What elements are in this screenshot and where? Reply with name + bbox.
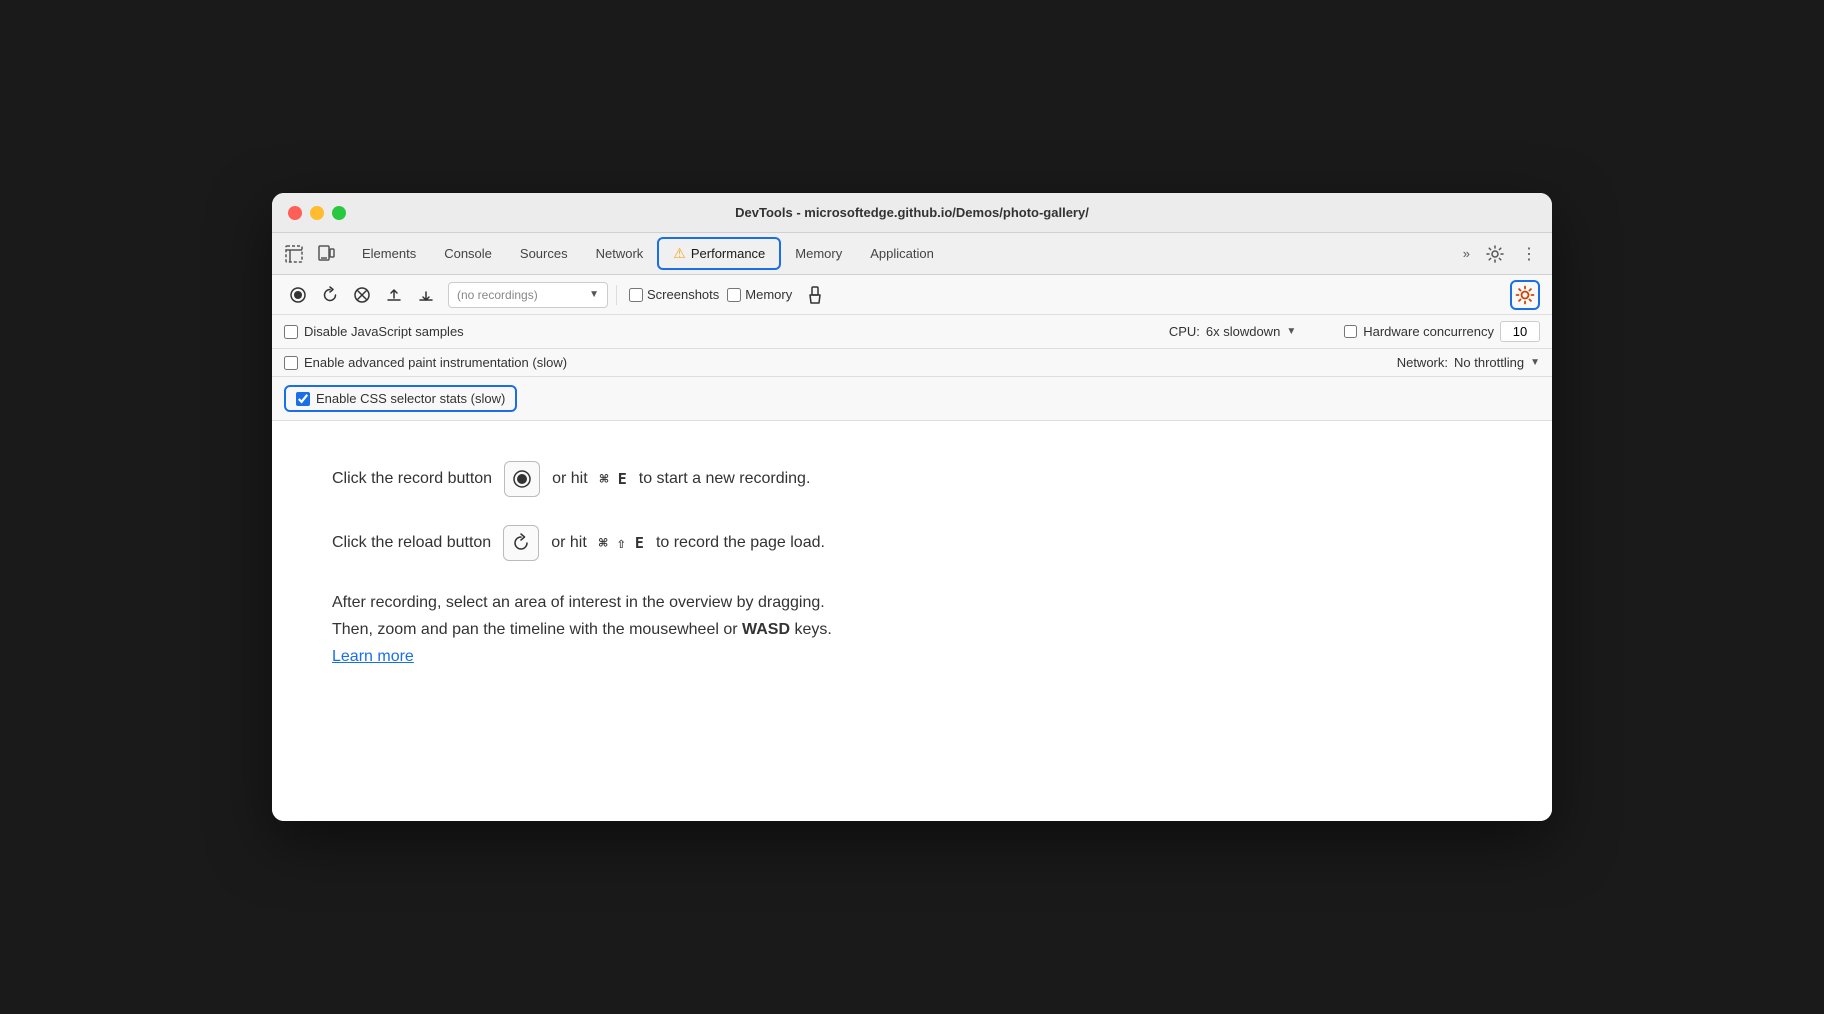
enable-paint-item[interactable]: Enable advanced paint instrumentation (s… — [284, 355, 567, 370]
tab-memory[interactable]: Memory — [781, 240, 856, 267]
maximize-button[interactable] — [332, 206, 346, 220]
inspector-icon-btn[interactable] — [280, 240, 308, 268]
devtools-window: DevTools - microsoftedge.github.io/Demos… — [272, 193, 1552, 821]
close-button[interactable] — [288, 206, 302, 220]
wasd-keys: WASD — [742, 621, 790, 638]
reload-icon-box — [503, 525, 539, 561]
tab-overflow-btn[interactable]: » — [1457, 242, 1476, 265]
tabs: Elements Console Sources Network ⚠ Perfo… — [348, 237, 1457, 270]
css-selector-box: Enable CSS selector stats (slow) — [284, 385, 517, 412]
instruction-record-shortcut: ⌘ E — [600, 467, 627, 491]
disable-js-samples-item[interactable]: Disable JavaScript samples — [284, 324, 464, 339]
screenshots-label: Screenshots — [647, 287, 719, 302]
network-label: Network: — [1397, 355, 1448, 370]
devtools-settings-btn[interactable] — [1480, 239, 1510, 269]
warning-icon: ⚠ — [673, 245, 686, 262]
download-btn[interactable] — [412, 281, 440, 309]
instruction-record-or: or hit — [552, 466, 588, 492]
tab-performance[interactable]: ⚠ Performance — [657, 237, 781, 270]
toolbar-left: (no recordings) ▼ — [284, 281, 608, 309]
hardware-concurrency-input[interactable] — [1500, 321, 1540, 342]
hardware-label: Hardware concurrency — [1363, 324, 1494, 339]
toolbar-right: Screenshots Memory — [612, 281, 1506, 309]
instruction-reload-post: to record the page load. — [656, 530, 825, 556]
upload-btn[interactable] — [380, 281, 408, 309]
network-dropdown-arrow[interactable]: ▼ — [1530, 357, 1540, 368]
recording-dropdown[interactable]: (no recordings) ▼ — [448, 282, 608, 308]
window-title: DevTools - microsoftedge.github.io/Demos… — [735, 205, 1089, 220]
traffic-lights — [288, 206, 346, 220]
tab-network[interactable]: Network — [582, 240, 658, 267]
cpu-value: 6x slowdown — [1206, 324, 1280, 339]
screenshots-checkbox[interactable] — [629, 288, 643, 302]
broom-btn[interactable] — [800, 281, 828, 309]
tab-bar: Elements Console Sources Network ⚠ Perfo… — [272, 233, 1552, 275]
reload-btn[interactable] — [316, 281, 344, 309]
instruction-reload-shortcut: ⌘ ⇧ E — [599, 531, 644, 555]
device-icon-btn[interactable] — [312, 240, 340, 268]
css-selector-item: Enable CSS selector stats (slow) — [284, 385, 1540, 412]
settings-bar-2: Enable advanced paint instrumentation (s… — [272, 349, 1552, 377]
tab-application[interactable]: Application — [856, 240, 948, 267]
disable-js-samples-label: Disable JavaScript samples — [304, 324, 464, 339]
enable-css-stats-checkbox[interactable] — [296, 392, 310, 406]
description-line3: After recording, select an area of inter… — [332, 594, 825, 611]
cpu-dropdown-arrow[interactable]: ▼ — [1286, 326, 1296, 337]
css-stats-label: Enable CSS selector stats (slow) — [316, 391, 505, 406]
tab-icons — [280, 240, 340, 268]
toolbar-separator-1 — [616, 285, 617, 305]
instruction-reload-pre: Click the reload button — [332, 530, 491, 556]
devtools-more-btn[interactable]: ⋮ — [1514, 239, 1544, 269]
title-bar: DevTools - microsoftedge.github.io/Demos… — [272, 193, 1552, 233]
toolbar: (no recordings) ▼ Screenshots Memory — [272, 275, 1552, 315]
instruction-reload: Click the reload button or hit ⌘ ⇧ E to … — [332, 525, 1492, 561]
performance-settings-btn[interactable] — [1510, 280, 1540, 310]
description-block: After recording, select an area of inter… — [332, 589, 1092, 671]
clear-btn[interactable] — [348, 281, 376, 309]
description-line4-post: keys. — [794, 621, 831, 638]
tab-elements[interactable]: Elements — [348, 240, 430, 267]
tab-console[interactable]: Console — [430, 240, 506, 267]
enable-paint-label: Enable advanced paint instrumentation (s… — [304, 355, 567, 370]
instruction-record: Click the record button or hit ⌘ E to st… — [332, 461, 1492, 497]
instruction-record-post: to start a new recording. — [639, 466, 811, 492]
enable-paint-checkbox[interactable] — [284, 356, 298, 370]
network-value: No throttling — [1454, 355, 1524, 370]
description-line4-pre: Then, zoom and pan the timeline with the… — [332, 621, 738, 638]
recording-placeholder: (no recordings) — [457, 288, 538, 302]
record-icon-box — [504, 461, 540, 497]
hardware-concurrency-group: Hardware concurrency — [1344, 321, 1540, 342]
main-content: Click the record button or hit ⌘ E to st… — [272, 421, 1552, 821]
tab-sources[interactable]: Sources — [506, 240, 582, 267]
cpu-label: CPU: — [1169, 324, 1200, 339]
settings-bar-1: Disable JavaScript samples CPU: 6x slowd… — [272, 315, 1552, 349]
learn-more-link[interactable]: Learn more — [332, 648, 414, 665]
hardware-concurrency-checkbox[interactable] — [1344, 325, 1357, 338]
css-selector-bar: Enable CSS selector stats (slow) — [272, 377, 1552, 421]
minimize-button[interactable] — [310, 206, 324, 220]
instruction-reload-or: or hit — [551, 530, 587, 556]
tab-bar-right: » ⋮ — [1457, 239, 1544, 269]
memory-label: Memory — [745, 287, 792, 302]
record-btn[interactable] — [284, 281, 312, 309]
screenshots-checkbox-group[interactable]: Screenshots — [629, 287, 719, 302]
memory-checkbox[interactable] — [727, 288, 741, 302]
disable-js-samples-checkbox[interactable] — [284, 325, 298, 339]
instruction-record-pre: Click the record button — [332, 466, 492, 492]
memory-checkbox-group[interactable]: Memory — [727, 287, 792, 302]
